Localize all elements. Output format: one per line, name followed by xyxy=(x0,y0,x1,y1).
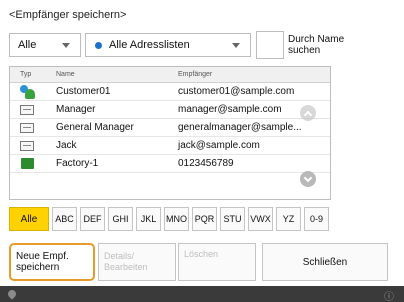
table-row[interactable]: Jack jack@sample.com xyxy=(10,137,330,155)
chevron-down-icon xyxy=(62,42,70,48)
chevron-up-icon xyxy=(303,110,313,119)
index-abc[interactable]: ABC xyxy=(52,207,77,231)
recipient-table: Typ Name Empfänger Customer01 customer01… xyxy=(9,66,331,200)
new-recipient-button[interactable]: Neue Empf. speichern xyxy=(9,243,95,281)
email-icon xyxy=(20,140,34,151)
table-header: Typ Name Empfänger xyxy=(10,67,330,83)
scroll-up-button[interactable] xyxy=(300,105,316,121)
details-edit-button[interactable]: Details/ Bearbeiten xyxy=(98,243,176,281)
page-title: <Empfänger speichern> xyxy=(9,9,127,21)
type-filter-value: Alle xyxy=(18,39,37,51)
address-list-select[interactable]: Alle Adresslisten xyxy=(85,33,251,57)
row-name: Manager xyxy=(56,104,96,115)
address-list-icon xyxy=(95,41,102,49)
row-recipient: customer01@sample.com xyxy=(178,86,295,97)
scroll-down-button[interactable] xyxy=(300,171,316,187)
type-filter-select[interactable]: Alle xyxy=(9,33,81,57)
index-digits[interactable]: 0-9 xyxy=(304,207,329,231)
column-name: Name xyxy=(56,71,75,78)
row-name: Factory-1 xyxy=(56,158,99,169)
row-recipient: generalmanager@sample... xyxy=(178,122,302,133)
address-list-value: Alle Adresslisten xyxy=(109,39,190,51)
row-name: Jack xyxy=(56,140,77,151)
location-icon xyxy=(6,288,18,300)
row-name: General Manager xyxy=(56,122,134,133)
group-icon xyxy=(19,84,35,99)
search-by-name-label: Durch Name suchen xyxy=(288,34,345,56)
delete-button[interactable]: Löschen xyxy=(178,243,256,281)
index-vwx[interactable]: VWX xyxy=(248,207,273,231)
table-row[interactable]: Manager manager@sample.com xyxy=(10,101,330,119)
chevron-down-icon xyxy=(303,173,313,182)
index-yz[interactable]: YZ xyxy=(276,207,301,231)
close-button[interactable]: Schließen xyxy=(262,243,388,281)
index-ghi[interactable]: GHI xyxy=(108,207,133,231)
index-all[interactable]: Alle xyxy=(9,207,49,231)
table-row[interactable]: General Manager generalmanager@sample... xyxy=(10,119,330,137)
column-type: Typ xyxy=(20,71,32,78)
index-pqr[interactable]: PQR xyxy=(192,207,217,231)
index-jkl[interactable]: JKL xyxy=(136,207,161,231)
index-def[interactable]: DEF xyxy=(80,207,105,231)
search-by-name-checkbox[interactable]: Durch Name suchen xyxy=(256,31,362,59)
info-icon[interactable]: ⓘ xyxy=(384,288,394,302)
table-row[interactable]: Customer01 customer01@sample.com xyxy=(10,83,330,101)
row-recipient: 0123456789 xyxy=(178,158,234,169)
table-row[interactable]: Factory-1 0123456789 xyxy=(10,155,330,173)
column-recipient: Empfänger xyxy=(178,71,213,78)
email-icon xyxy=(20,104,34,115)
row-name: Customer01 xyxy=(56,86,111,97)
checkbox-box[interactable] xyxy=(256,31,284,59)
index-mno[interactable]: MNO xyxy=(164,207,189,231)
status-bar: ⓘ xyxy=(0,286,404,302)
email-icon xyxy=(20,122,34,133)
chevron-down-icon xyxy=(232,42,240,48)
fax-icon xyxy=(20,158,34,169)
row-recipient: jack@sample.com xyxy=(178,140,260,151)
alphabet-index: Alle ABC DEF GHI JKL MNO PQR STU VWX YZ … xyxy=(9,207,329,231)
index-stu[interactable]: STU xyxy=(220,207,245,231)
